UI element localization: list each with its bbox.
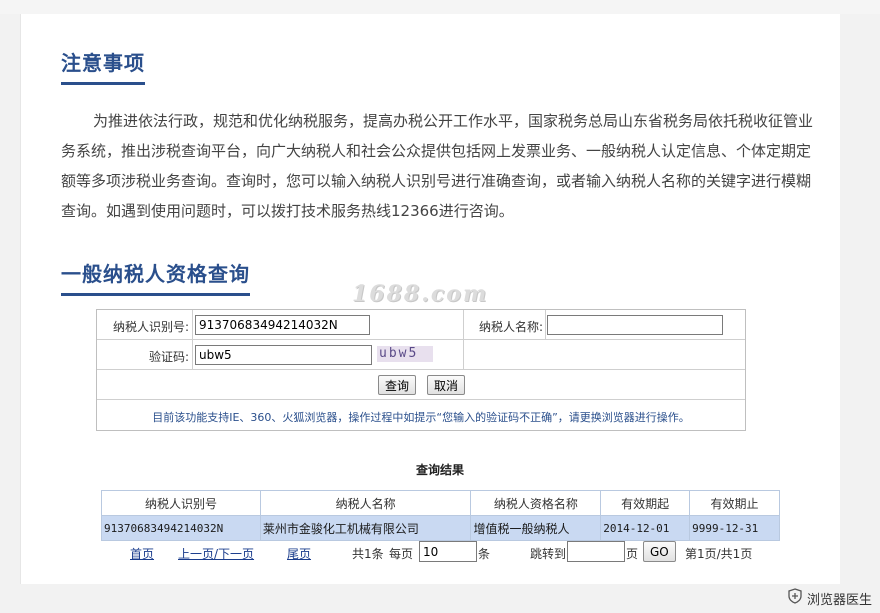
- cell-taxid: 91370683494214032N: [101, 515, 261, 541]
- form-divider: [97, 399, 745, 400]
- cell-valid-from: 2014-12-01: [600, 515, 691, 541]
- column-header: 有效期止: [689, 490, 780, 516]
- results-header-row: 纳税人识别号 纳税人名称 纳税人资格名称 有效期起 有效期止: [101, 490, 780, 516]
- form-divider: [192, 310, 193, 369]
- column-header: 纳税人识别号: [101, 490, 261, 516]
- form-divider: [97, 339, 745, 340]
- jump-page-input[interactable]: [567, 541, 625, 562]
- browser-doctor-badge[interactable]: 浏览器医生: [787, 588, 872, 608]
- column-header: 纳税人名称: [259, 490, 472, 516]
- top-strip: [0, 0, 880, 14]
- browser-notice: 目前该功能支持IE、360、火狐浏览器，操作过程中如提示“您输入的验证码不正确”…: [152, 411, 690, 424]
- total-count: 共1条: [352, 547, 384, 561]
- cancel-button[interactable]: 取消: [427, 375, 466, 395]
- taxid-input[interactable]: [195, 315, 370, 335]
- captcha-label: 验证码:: [148, 350, 189, 364]
- go-button[interactable]: GO: [643, 541, 676, 562]
- query-title: 一般纳税人资格查询: [61, 258, 250, 296]
- table-row: 91370683494214032N 莱州市金骏化工机械有限公司 增值税一般纳税…: [101, 515, 780, 541]
- first-page-link[interactable]: 首页: [130, 545, 154, 562]
- last-page-link[interactable]: 尾页: [287, 545, 311, 562]
- prev-next-link[interactable]: 上一页/下一页: [178, 545, 254, 562]
- taxid-label: 纳税人识别号:: [112, 320, 189, 334]
- column-header: 纳税人资格名称: [470, 490, 602, 516]
- form-divider: [463, 310, 464, 369]
- shield-icon: [787, 588, 803, 608]
- cell-valid-to: 9999-12-31: [689, 515, 780, 541]
- notice-title: 注意事项: [61, 47, 145, 85]
- pagination: 首页 上一页/下一页 尾页 共1条 每页 条 跳转到 页 GO 第1页/共1页: [0, 541, 880, 563]
- per-page-input[interactable]: [419, 541, 477, 562]
- results-title: 查询结果: [415, 463, 464, 477]
- page-unit: 页: [626, 547, 639, 561]
- form-divider: [545, 310, 546, 339]
- column-header: 有效期起: [600, 490, 691, 516]
- cell-taxpayer-name: 莱州市金骏化工机械有限公司: [259, 515, 472, 541]
- notice-body: 为推进依法行政，规范和优化纳税服务，提高办税公开工作水平，国家税务总局山东省税务…: [61, 112, 814, 220]
- page-info: 第1页/共1页: [685, 547, 753, 561]
- watermark: 1688.com: [352, 281, 489, 307]
- captcha-input[interactable]: [195, 345, 372, 365]
- query-form: 纳税人识别号: 纳税人名称: 验证码: ubw5 查询 取消 目前该功能支持IE…: [96, 309, 746, 431]
- taxpayer-name-label: 纳税人名称:: [478, 320, 543, 334]
- cell-qualification: 增值税一般纳税人: [470, 515, 602, 541]
- form-divider: [97, 369, 745, 370]
- per-page-unit: 条: [478, 547, 491, 561]
- taxpayer-name-input[interactable]: [547, 315, 723, 335]
- results-table: 纳税人识别号 纳税人名称 纳税人资格名称 有效期起 有效期止 913706834…: [101, 490, 780, 541]
- jump-label: 跳转到: [530, 547, 567, 561]
- per-page-label: 每页: [389, 547, 414, 561]
- query-button[interactable]: 查询: [378, 375, 417, 395]
- browser-doctor-label: 浏览器医生: [806, 592, 872, 608]
- captcha-image[interactable]: ubw5: [377, 346, 433, 362]
